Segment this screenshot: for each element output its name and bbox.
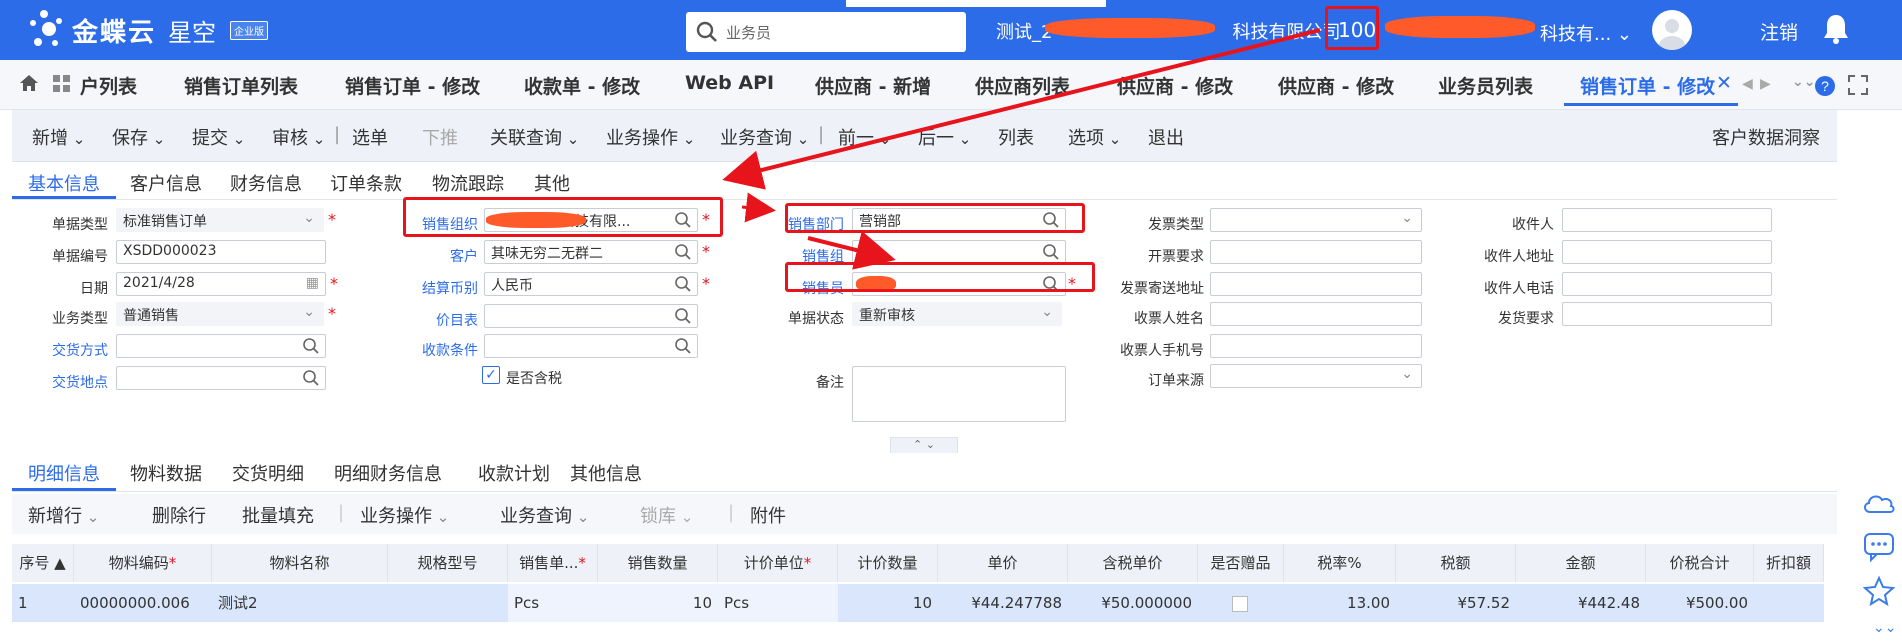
col-header[interactable]: 金额 [1516,544,1646,582]
col-header[interactable]: 价税合计 [1646,544,1754,582]
lock-stock-button[interactable]: 锁库 ⌄ [640,502,693,528]
active-detail-underline [12,488,116,491]
delete-row-button[interactable]: 删除行 [152,502,206,528]
cell-material-code[interactable]: 00000000.006 [74,584,212,622]
col-header[interactable]: 销售数量 [598,544,718,582]
collapse-toggle[interactable]: ⌃ ⌄ [890,437,958,453]
col-header[interactable]: 税率% [1284,544,1396,582]
cell-tax-price[interactable]: ¥50.000000 [1068,584,1198,622]
col-header[interactable]: 计价单位* [718,544,838,582]
col-header[interactable]: 是否赠品 [1198,544,1284,582]
cell-price-qty[interactable]: 10 [838,584,938,622]
chat-icon[interactable] [1863,532,1895,562]
detail-business-query-button[interactable]: 业务查询 ⌄ [500,502,589,528]
col-header[interactable]: 含税单价 [1068,544,1198,582]
cell-sales-unit[interactable]: Pcs [508,584,598,622]
cell-total[interactable]: ¥500.00 [1646,584,1754,622]
gift-checkbox[interactable] [1232,595,1248,612]
detail-grid: 序号 ▲ 物料编码* 物料名称 规格型号 销售单...* 销售数量 计价单位* … [12,544,1824,628]
batch-fill-button[interactable]: 批量填充 [242,502,314,528]
col-header[interactable]: 折扣額 [1754,544,1824,582]
tab-detail-info[interactable]: 明细信息 [28,460,100,486]
cell-is-gift[interactable] [1198,584,1284,622]
attachment-button[interactable]: 附件 [750,502,786,528]
cell-material-name[interactable]: 测试2 [212,584,388,622]
floating-tools: ⌄⌄ [1855,480,1902,641]
cell-unit-price[interactable]: ¥44.247788 [938,584,1068,622]
cell-discount[interactable] [1754,584,1824,622]
col-header[interactable]: 税额 [1396,544,1516,582]
cloud-icon[interactable] [1861,488,1897,516]
toolbar-divider: | [728,502,735,523]
detail-tabs: 明细信息 物料数据 交货明细 明细财务信息 收款计划 其他信息 [12,456,1837,492]
col-header[interactable]: 物料名称 [212,544,388,582]
cell-tax-rate[interactable]: 13.00 [1284,584,1396,622]
cell-price-unit[interactable]: Pcs [718,584,838,622]
col-header[interactable]: 规格型号 [388,544,508,582]
star-icon[interactable] [1863,576,1895,606]
add-row-button[interactable]: 新增行 ⌄ [28,502,99,528]
col-header[interactable]: 销售单...* [508,544,598,582]
tab-material-data[interactable]: 物料数据 [130,460,202,486]
col-header[interactable]: 序号 ▲ [12,544,74,582]
col-header[interactable]: 物料编码* [74,544,212,582]
chevron-down-icon[interactable]: ⌄⌄ [1873,620,1896,636]
toolbar-divider: | [338,502,345,523]
col-header[interactable]: 单价 [938,544,1068,582]
detail-toolbar: 新增行 ⌄ 删除行 批量填充 | 业务操作 ⌄ 业务查询 ⌄ 锁库 ⌄ | 附件 [12,494,1837,534]
tab-delivery-detail[interactable]: 交货明细 [232,460,304,486]
detail-business-operation-button[interactable]: 业务操作 ⌄ [360,502,449,528]
tab-payment-plan[interactable]: 收款计划 [478,460,550,486]
cell-tax-amount[interactable]: ¥57.52 [1396,584,1516,622]
tab-detail-finance[interactable]: 明细财务信息 [334,460,442,486]
cell-seq[interactable]: 1 [12,584,74,622]
cell-spec[interactable] [388,584,508,622]
cell-amount[interactable]: ¥442.48 [1516,584,1646,622]
col-header[interactable]: 计价数量 [838,544,938,582]
cell-sales-qty[interactable]: 10 [598,584,718,622]
tab-other-info[interactable]: 其他信息 [570,460,642,486]
